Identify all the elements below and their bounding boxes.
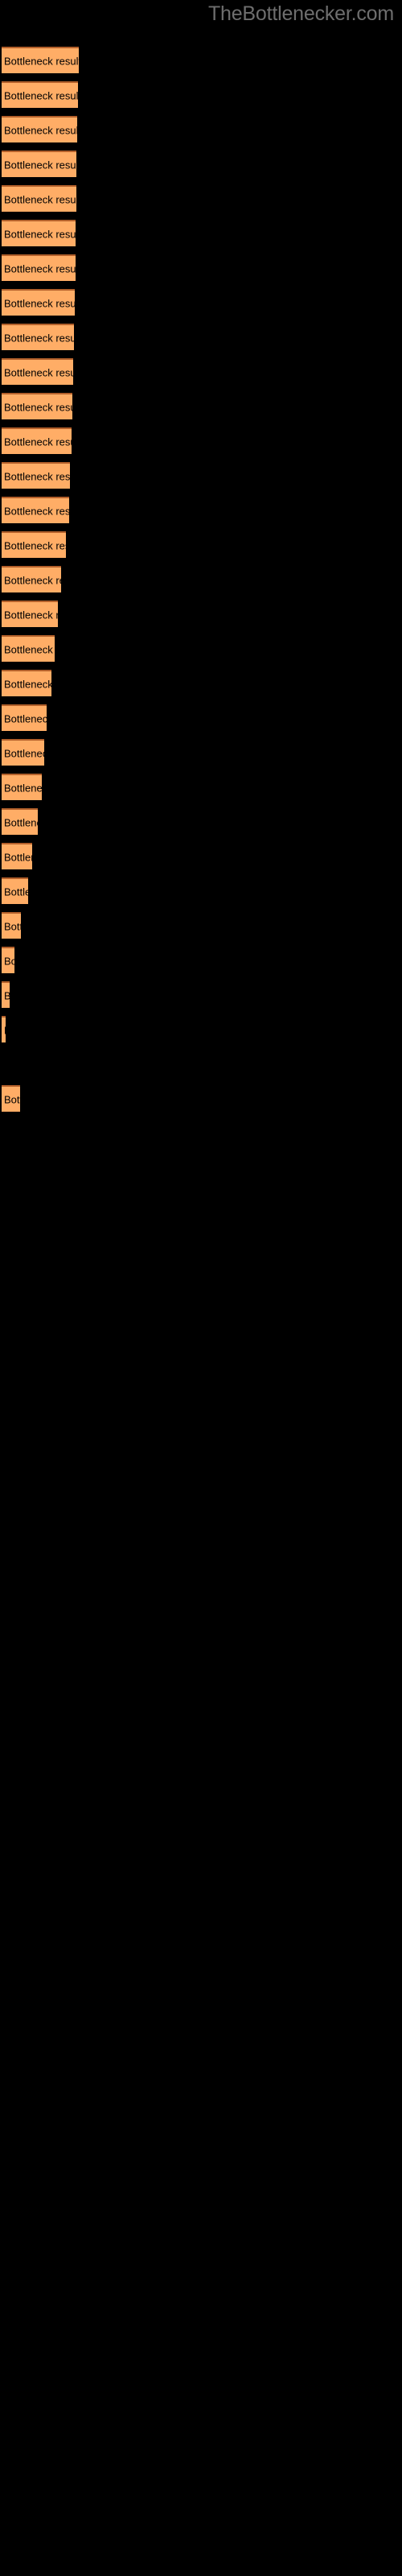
- bar-label: Bottleneck result: [4, 505, 69, 517]
- bar-label: Bottleneck result: [4, 366, 73, 378]
- bottleneck-result-bar[interactable]: Bottleneck result: [2, 739, 44, 766]
- bottleneck-result-bar[interactable]: Bottleneck result: [2, 185, 76, 212]
- bar-label: Bottleneck result: [4, 436, 72, 448]
- bar-label: Bottleneck result: [4, 470, 70, 482]
- bar-row: Bottleneck result: [0, 601, 402, 635]
- bar-row: Bottleneck result: [0, 47, 402, 81]
- bottleneck-result-bar[interactable]: Bottleneck result: [2, 358, 73, 385]
- bar-row: Bottleneck result: [0, 497, 402, 531]
- bar-row: Bottleneck result: [0, 427, 402, 462]
- bar-label: Bottleneck result: [4, 851, 32, 863]
- bottleneck-result-bar[interactable]: Bottleneck result: [2, 601, 58, 627]
- bar-row: Bottleneck result: [0, 947, 402, 981]
- bar-row: Bottleneck result: [0, 358, 402, 393]
- bar-label: Bottleneck result: [4, 782, 42, 794]
- bar-label: Bottleneck result: [4, 297, 75, 309]
- bottleneck-result-bar[interactable]: Bottleneck result: [2, 254, 76, 281]
- bar-label: Bottleneck result: [4, 886, 28, 898]
- bar-label: Bottleneck result: [4, 989, 10, 1001]
- bottleneck-result-bar[interactable]: Bottleneck result: [2, 497, 69, 523]
- bar-row: Bottleneck result: [0, 774, 402, 808]
- bottleneck-result-bar[interactable]: Bottleneck result: [2, 670, 51, 696]
- bar-row: Bottleneck result: [0, 912, 402, 947]
- bar-row: Bottleneck result: [0, 116, 402, 151]
- bar-row: Bottleneck result: [0, 393, 402, 427]
- bottleneck-result-bar[interactable]: Bottleneck result: [2, 427, 72, 454]
- bottleneck-result-bar[interactable]: Bottleneck result: [2, 289, 75, 316]
- bottleneck-result-bar[interactable]: Bottleneck result: [2, 462, 70, 489]
- bar-row: Bottleneck result: [0, 324, 402, 358]
- bar-label: Bottleneck result: [4, 920, 21, 932]
- bar-label: Bottleneck result: [4, 816, 38, 828]
- bar-label: Bottleneck result: [4, 193, 76, 205]
- bar-row: Bottleneck result: [0, 1016, 402, 1051]
- bar-label: Bottleneck result: [4, 609, 58, 621]
- bottleneck-result-bar[interactable]: Bottleneck result: [2, 912, 21, 939]
- bar-label: Bottleneck result: [4, 89, 78, 101]
- bottleneck-result-bar[interactable]: Bottleneck result: [2, 1085, 20, 1112]
- bar-row: Bottleneck result: [0, 462, 402, 497]
- bar-row: Bottleneck result: [0, 635, 402, 670]
- bar-label: Bottleneck result: [4, 401, 72, 413]
- bottleneck-result-bar[interactable]: Bottleneck result: [2, 116, 77, 142]
- bottleneck-result-bar[interactable]: Bottleneck result: [2, 1016, 6, 1042]
- bar-row: Bottleneck result: [0, 531, 402, 566]
- bottleneck-result-bar[interactable]: Bottleneck result: [2, 324, 74, 350]
- bottleneck-result-bar[interactable]: Bottleneck result: [2, 808, 38, 835]
- bottleneck-result-bar[interactable]: Bottleneck result: [2, 981, 10, 1008]
- bar-label: Bottleneck result: [4, 1024, 6, 1036]
- bar-row: Bottleneck result: [0, 151, 402, 185]
- bar-label: Bottleneck result: [4, 1093, 20, 1105]
- bottleneck-result-bar[interactable]: Bottleneck result: [2, 566, 61, 592]
- bar-label: Bottleneck result: [4, 539, 66, 551]
- bottleneck-result-bar[interactable]: Bottleneck result: [2, 220, 76, 246]
- bar-label: Bottleneck result: [4, 124, 77, 136]
- bar-label: Bottleneck result: [4, 955, 14, 967]
- bottleneck-result-bar[interactable]: Bottleneck result: [2, 151, 76, 177]
- bottleneck-result-bar[interactable]: Bottleneck result: [2, 47, 79, 73]
- bar-row: Bottleneck result: [0, 81, 402, 116]
- bottleneck-result-bar[interactable]: Bottleneck result: [2, 635, 55, 662]
- bar-row: Bottleneck result: [0, 220, 402, 254]
- bar-label: Bottleneck result: [4, 159, 76, 171]
- bar-row: Bottleneck result: [0, 1085, 402, 1120]
- bar-label: Bottleneck result: [4, 643, 55, 655]
- bar-row: Bottleneck result: [0, 981, 402, 1016]
- bar-row: Bottleneck result: [0, 566, 402, 601]
- bar-row: Bottleneck result: [0, 1051, 402, 1085]
- bar-row: Bottleneck result: [0, 670, 402, 704]
- bottleneck-result-bar[interactable]: Bottleneck result: [2, 704, 47, 731]
- bar-label: Bottleneck result: [4, 228, 76, 240]
- bar-label: Bottleneck result: [4, 262, 76, 275]
- bar-row: Bottleneck result: [0, 739, 402, 774]
- bottleneck-result-bar[interactable]: Bottleneck result: [2, 947, 14, 973]
- bar-label: Bottleneck result: [4, 574, 61, 586]
- bar-row: Bottleneck result: [0, 877, 402, 912]
- bar-label: Bottleneck result: [4, 678, 51, 690]
- bottleneck-result-bar[interactable]: Bottleneck result: [2, 843, 32, 869]
- bar-label: Bottleneck result: [4, 747, 44, 759]
- bar-label: Bottleneck result: [4, 332, 74, 344]
- bottleneck-result-bar[interactable]: Bottleneck result: [2, 774, 42, 800]
- bar-row: Bottleneck result: [0, 808, 402, 843]
- bar-row: Bottleneck result: [0, 843, 402, 877]
- bottleneck-bar-chart: Bottleneck result Bottleneck result Bottle…: [0, 0, 402, 2576]
- bar-row: Bottleneck result: [0, 289, 402, 324]
- bottleneck-result-bar[interactable]: Bottleneck result: [2, 877, 28, 904]
- bottleneck-result-bar[interactable]: Bottleneck result: [2, 393, 72, 419]
- bar-row: Bottleneck result: [0, 704, 402, 739]
- bottleneck-result-bar[interactable]: Bottleneck result: [2, 531, 66, 558]
- bottleneck-result-bar[interactable]: Bottleneck result: [2, 81, 78, 108]
- bar-label: Bottleneck result: [4, 55, 79, 67]
- bar-row: Bottleneck result: [0, 254, 402, 289]
- bar-label: Bottleneck result: [4, 712, 47, 724]
- bar-row: Bottleneck result: [0, 185, 402, 220]
